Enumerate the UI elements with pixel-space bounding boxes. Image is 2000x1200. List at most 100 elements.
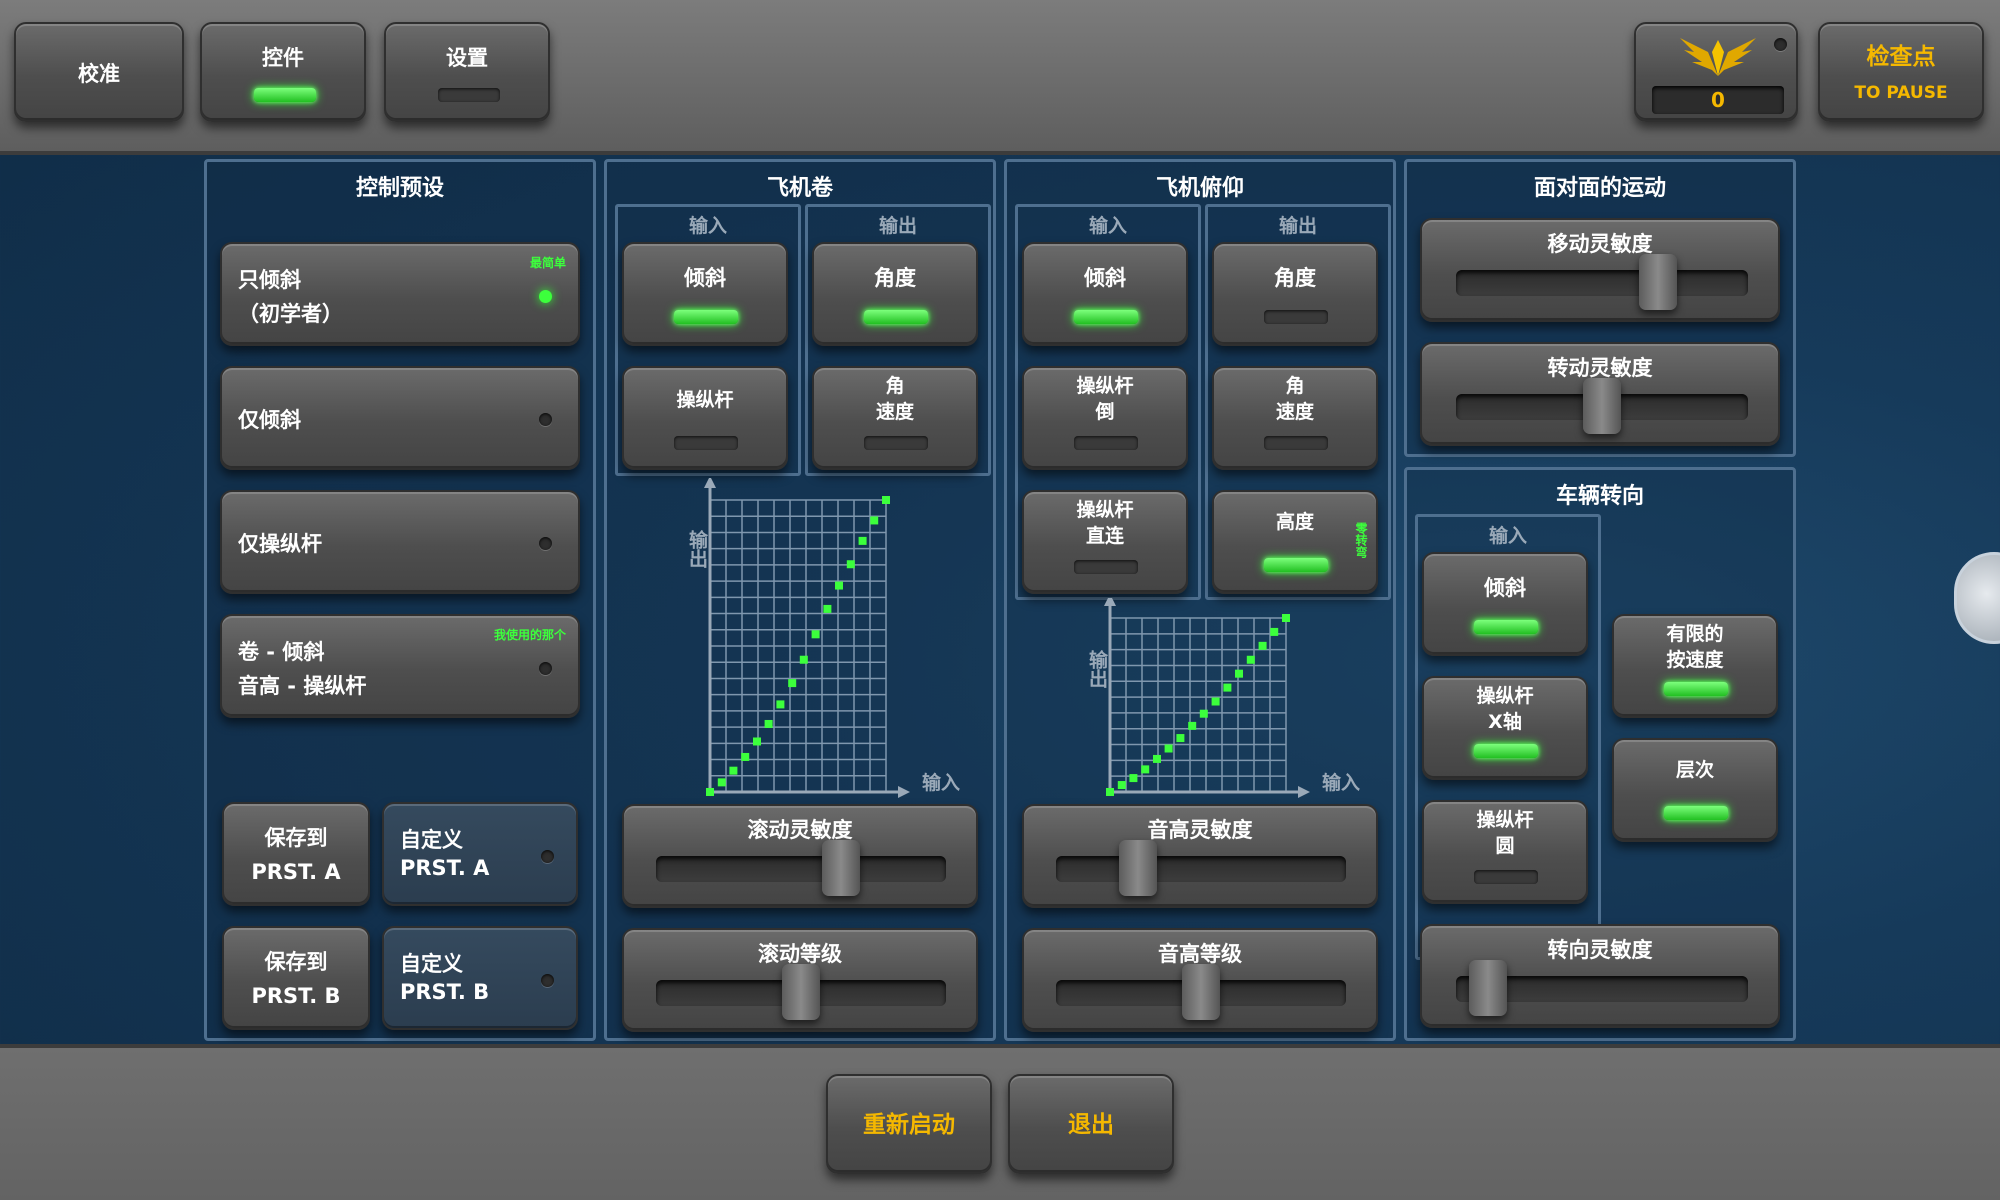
chart-point bbox=[1270, 627, 1279, 636]
save-b-label-2: PRST. B bbox=[251, 984, 341, 1008]
chart-x-arrow bbox=[1298, 786, 1310, 798]
score-badge: 0 bbox=[1634, 22, 1798, 122]
restart-button[interactable]: 重新启动 bbox=[826, 1074, 992, 1174]
move-sensitivity-slider[interactable]: 移动灵敏度 bbox=[1420, 218, 1780, 322]
steering-tilt-button[interactable]: 倾斜 bbox=[1422, 552, 1588, 656]
move-sensitivity-track bbox=[1456, 270, 1748, 296]
steering-stick-x-button[interactable]: 操纵杆 X轴 bbox=[1422, 676, 1588, 780]
roll-level-slider[interactable]: 滚动等级 bbox=[622, 928, 978, 1032]
pitch-sensitivity-label: 音高灵敏度 bbox=[1147, 818, 1253, 842]
checkpoint-button[interactable]: 检查点 TO PAUSE bbox=[1818, 22, 1984, 122]
pitch-input-label: 输入 bbox=[1088, 215, 1127, 237]
roll-level-knob[interactable] bbox=[782, 964, 820, 1020]
pitch-output-rate-button[interactable]: 角 速度 bbox=[1212, 366, 1378, 470]
pitch-output-label: 输出 bbox=[1278, 215, 1317, 237]
pitch-input-tilt-button[interactable]: 倾斜 bbox=[1022, 242, 1188, 346]
custom-preset-b-button[interactable]: 自定义 PRST. B bbox=[382, 926, 578, 1030]
preset-label-2: （初学者） bbox=[238, 302, 343, 326]
save-preset-b-button[interactable]: 保存到 PRST. B bbox=[222, 926, 370, 1030]
pitch-input-stick-inverted-button[interactable]: 操纵杆 倒 bbox=[1022, 366, 1188, 470]
chart-x-arrow bbox=[898, 786, 910, 798]
preset-stick-only[interactable]: 仅操纵杆 bbox=[220, 490, 580, 594]
roll-input-stick-indicator bbox=[674, 436, 738, 450]
layers-button[interactable]: 层次 bbox=[1612, 738, 1778, 842]
preset-tag: 最简单 bbox=[529, 256, 566, 270]
chart-point bbox=[811, 630, 820, 639]
pitch-stick-inv-label-2: 倒 bbox=[1095, 401, 1115, 423]
chart-point bbox=[1164, 744, 1173, 753]
score-value: 0 bbox=[1711, 88, 1725, 112]
roll-input-tilt-button[interactable]: 倾斜 bbox=[622, 242, 788, 346]
steering-stick-round-button[interactable]: 操纵杆 圆 bbox=[1422, 800, 1588, 904]
steering-stick-x-label: 操纵杆 bbox=[1476, 685, 1534, 707]
side-drawer-handle[interactable] bbox=[1954, 552, 2000, 644]
steering-tilt-indicator bbox=[1474, 620, 1538, 634]
roll-sensitivity-track bbox=[656, 856, 946, 882]
pitch-output-rate-indicator bbox=[1264, 436, 1328, 450]
controls-tab-indicator bbox=[254, 88, 316, 102]
pitch-output-angle-button[interactable]: 角度 bbox=[1212, 242, 1378, 346]
pitch-sensitivity-knob[interactable] bbox=[1119, 840, 1157, 896]
chart-point bbox=[764, 719, 773, 728]
pitch-output-altitude-button[interactable]: 高度 零转弯 bbox=[1212, 490, 1378, 594]
limited-by-speed-button[interactable]: 有限的 按速度 bbox=[1612, 614, 1778, 718]
pitch-input-stick-direct-button[interactable]: 操纵杆 直连 bbox=[1022, 490, 1188, 594]
chart-point bbox=[1235, 669, 1244, 678]
chart-point bbox=[799, 655, 808, 664]
custom-preset-a-button[interactable]: 自定义 PRST. A bbox=[382, 802, 578, 906]
pitch-chart-xlabel: 输入 bbox=[1322, 772, 1361, 794]
steering-sensitivity-knob[interactable] bbox=[1468, 960, 1507, 1016]
roll-output-angle-button[interactable]: 角度 bbox=[812, 242, 978, 346]
roll-input-tilt-indicator bbox=[674, 310, 738, 324]
roll-sensitivity-knob[interactable] bbox=[822, 840, 861, 896]
pitch-level-knob[interactable] bbox=[1182, 964, 1220, 1020]
pitch-output-angle-label: 角度 bbox=[1274, 266, 1316, 290]
preset-indicator bbox=[539, 662, 552, 675]
roll-output-angle-label: 角度 bbox=[874, 266, 916, 290]
roll-output-angle-indicator bbox=[864, 310, 928, 324]
custom-a-label-2: PRST. A bbox=[400, 856, 490, 880]
roll-title: 飞机卷 bbox=[766, 176, 833, 201]
roll-input-stick-button[interactable]: 操纵杆 bbox=[622, 366, 788, 470]
pitch-altitude-tag: 零转弯 bbox=[1354, 522, 1368, 558]
roll-output-rate-indicator bbox=[864, 436, 928, 450]
steering-title: 车辆转向 bbox=[1555, 484, 1644, 509]
chart-point bbox=[1211, 697, 1220, 706]
roll-sensitivity-slider[interactable]: 滚动灵敏度 bbox=[622, 804, 978, 908]
save-preset-a-button[interactable]: 保存到 PRST. A bbox=[222, 802, 370, 906]
exit-label: 退出 bbox=[1068, 1112, 1114, 1138]
roll-output-rate-label: 角 bbox=[885, 375, 905, 397]
preset-label: 只倾斜 bbox=[238, 268, 301, 292]
chart-point bbox=[717, 778, 726, 787]
limited-label: 有限的 bbox=[1666, 623, 1724, 645]
roll-chart-ylabel: 输出 bbox=[686, 530, 708, 568]
turn-sensitivity-knob[interactable] bbox=[1583, 378, 1621, 434]
chart-point bbox=[1188, 721, 1197, 730]
preset-tilt-only[interactable]: 仅倾斜 bbox=[220, 366, 580, 470]
steering-sensitivity-slider[interactable]: 转向灵敏度 bbox=[1420, 924, 1780, 1028]
preset-roll-tilt-pitch-stick[interactable]: 卷 - 倾斜 音高 - 操纵杆 我使用的那个 bbox=[220, 614, 580, 718]
pitch-stick-direct-label: 操纵杆 bbox=[1076, 499, 1134, 521]
layers-indicator bbox=[1664, 806, 1728, 820]
preset-tilt-beginner[interactable]: 只倾斜 （初学者） 最简单 bbox=[220, 242, 580, 346]
limited-indicator bbox=[1664, 682, 1728, 696]
settings-tab-indicator bbox=[438, 88, 500, 102]
settings-tab-label: 设置 bbox=[446, 46, 488, 70]
roll-output-rate-button[interactable]: 角 速度 bbox=[812, 366, 978, 470]
calibrate-button[interactable]: 校准 bbox=[14, 22, 184, 122]
pitch-level-slider[interactable]: 音高等级 bbox=[1022, 928, 1378, 1032]
move-sensitivity-knob[interactable] bbox=[1638, 254, 1677, 310]
controls-tab[interactable]: 控件 bbox=[200, 22, 366, 122]
pitch-stick-inv-indicator bbox=[1074, 436, 1138, 450]
chart-point bbox=[835, 581, 844, 590]
score-display: 0 bbox=[1652, 86, 1784, 114]
preset-label: 仅倾斜 bbox=[238, 408, 301, 432]
exit-button[interactable]: 退出 bbox=[1008, 1074, 1174, 1174]
custom-b-label-2: PRST. B bbox=[400, 980, 490, 1004]
chart-point bbox=[823, 604, 832, 613]
turn-sensitivity-slider[interactable]: 转动灵敏度 bbox=[1420, 342, 1780, 446]
settings-tab[interactable]: 设置 bbox=[384, 22, 550, 122]
pitch-output-rate-label: 角 bbox=[1285, 375, 1305, 397]
steering-stick-round-label-2: 圆 bbox=[1495, 835, 1515, 857]
pitch-sensitivity-slider[interactable]: 音高灵敏度 bbox=[1022, 804, 1378, 908]
